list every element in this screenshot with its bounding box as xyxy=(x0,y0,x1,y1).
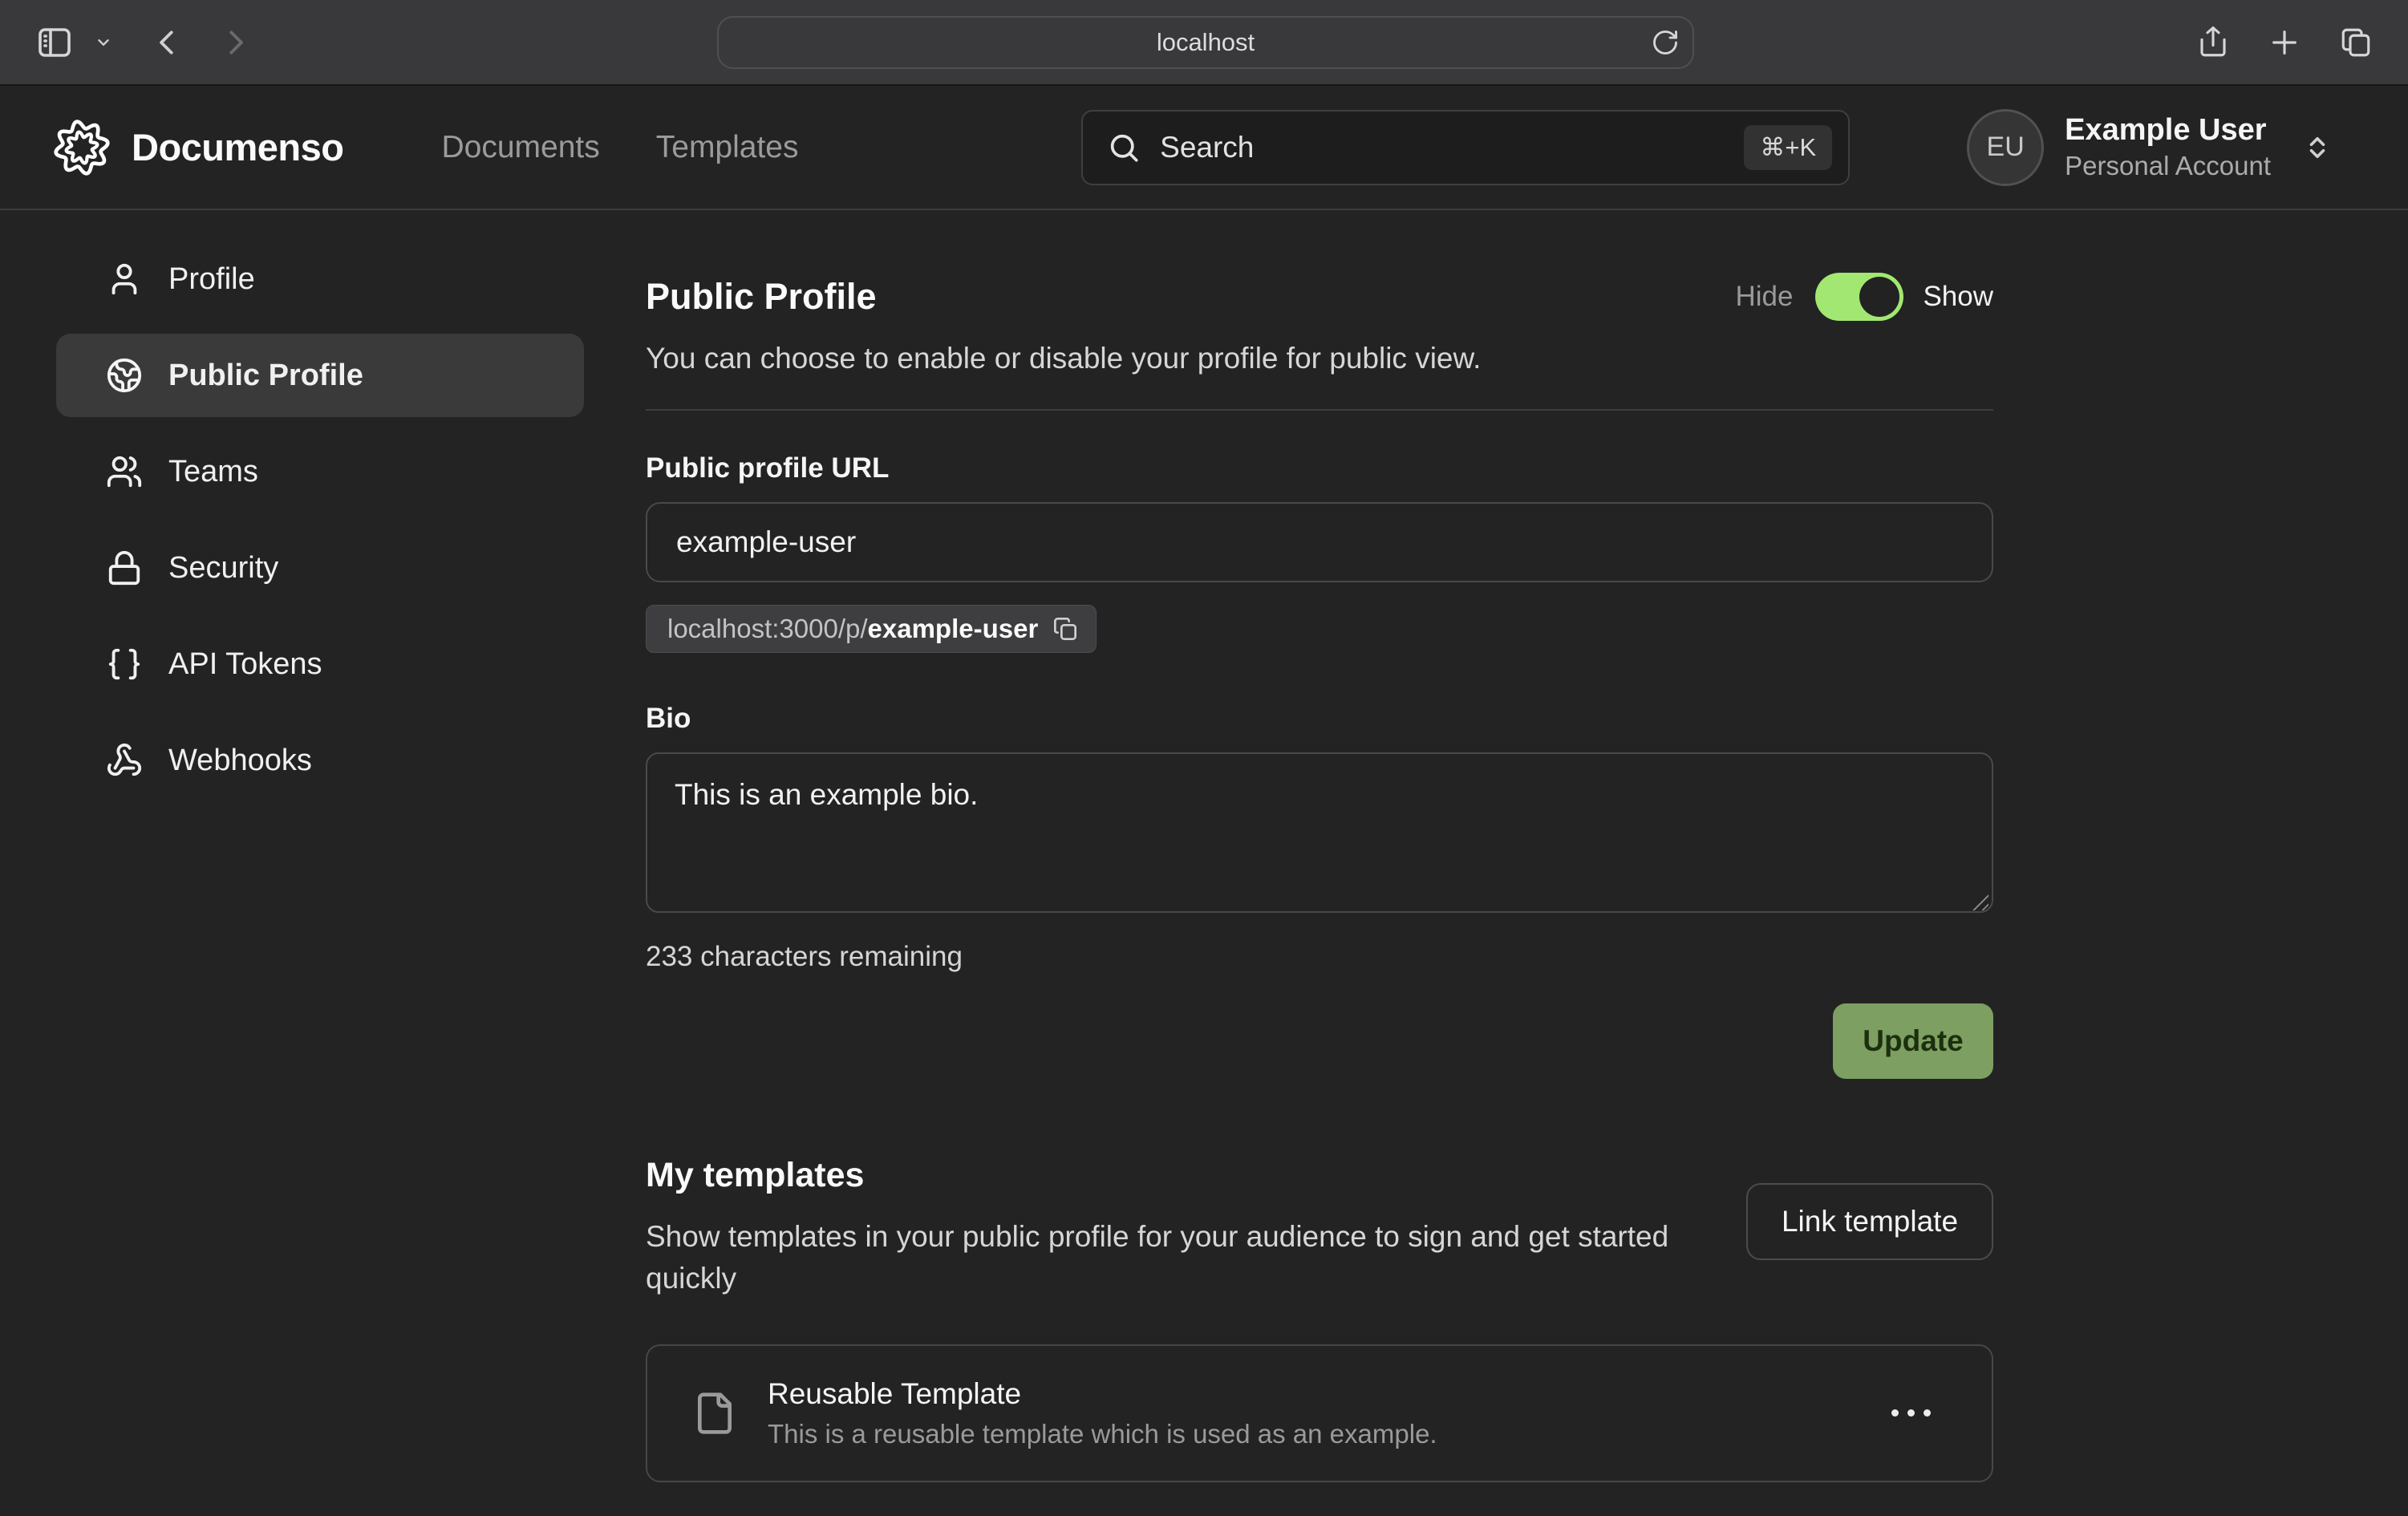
webhook-icon xyxy=(106,742,143,779)
share-icon xyxy=(2196,26,2230,59)
address-bar[interactable]: localhost xyxy=(717,16,1694,69)
user-icon xyxy=(106,261,143,298)
public-profile-url-input[interactable] xyxy=(646,502,1993,582)
bio-character-counter: 233 characters remaining xyxy=(646,941,1993,973)
sidebar-panel-icon xyxy=(35,23,74,62)
sidebar-item-label: Security xyxy=(168,551,278,586)
public-url-prefix: localhost:3000/p/ xyxy=(667,614,868,643)
link-template-button[interactable]: Link template xyxy=(1746,1183,1993,1260)
forward-button[interactable] xyxy=(220,27,250,58)
tab-overview-button[interactable] xyxy=(2339,26,2373,59)
chevrons-up-down-icon xyxy=(2303,133,2332,162)
refresh-icon xyxy=(1651,28,1680,57)
users-icon xyxy=(106,453,143,490)
section-divider xyxy=(646,409,1993,411)
new-tab-button[interactable] xyxy=(2268,26,2301,59)
sidebar-item-webhooks[interactable]: Webhooks xyxy=(56,719,584,802)
search-bar[interactable]: ⌘+K xyxy=(1081,110,1850,185)
profile-visibility-toggle[interactable] xyxy=(1815,273,1903,321)
template-actions-menu-button[interactable] xyxy=(1875,1393,1947,1433)
brand-logo[interactable]: Documenso xyxy=(51,117,344,178)
chevron-right-icon xyxy=(220,27,250,58)
file-icon xyxy=(692,1391,737,1436)
lock-icon xyxy=(106,549,143,586)
update-button[interactable]: Update xyxy=(1833,1003,1993,1079)
user-menu[interactable]: EU Example User Personal Account xyxy=(1967,109,2332,186)
sidebar-item-teams[interactable]: Teams xyxy=(56,430,584,513)
copy-url-button[interactable] xyxy=(1052,616,1078,642)
share-button[interactable] xyxy=(2196,26,2230,59)
braces-icon xyxy=(106,646,143,683)
sidebar-item-label: API Tokens xyxy=(168,647,322,682)
app-header: Documenso Documents Templates ⌘+K EU Exa… xyxy=(0,86,2408,210)
page-title: Public Profile xyxy=(646,276,877,318)
bio-textarea[interactable]: This is an example bio. xyxy=(646,752,1993,913)
globe-icon xyxy=(106,357,143,394)
template-card-description: This is a reusable template which is use… xyxy=(768,1419,1875,1449)
my-templates-title: My templates xyxy=(646,1156,1746,1195)
browser-chrome: localhost xyxy=(0,0,2408,86)
sidebar-item-label: Public Profile xyxy=(168,359,363,393)
nav-documents[interactable]: Documents xyxy=(442,130,600,165)
search-input[interactable] xyxy=(1160,131,1744,164)
avatar: EU xyxy=(1967,109,2044,186)
settings-sidebar: Profile Public Profile Teams Security xyxy=(56,237,584,1482)
main-nav: Documents Templates xyxy=(442,130,799,165)
user-name: Example User xyxy=(2065,112,2271,149)
copy-icon xyxy=(1052,616,1078,642)
bio-field-label: Bio xyxy=(646,703,1993,735)
user-account-type: Personal Account xyxy=(2065,149,2271,182)
sidebar-item-label: Webhooks xyxy=(168,744,312,778)
sidebar-item-public-profile[interactable]: Public Profile xyxy=(56,334,584,417)
tabs-overview-icon xyxy=(2339,26,2373,59)
page-subtitle: You can choose to enable or disable your… xyxy=(646,342,1993,375)
url-field-label: Public profile URL xyxy=(646,452,1993,484)
main-panel: Public Profile Hide Show You can choose … xyxy=(646,237,1993,1482)
search-shortcut-badge: ⌘+K xyxy=(1744,125,1832,170)
nav-templates[interactable]: Templates xyxy=(656,130,799,165)
sidebar-item-api-tokens[interactable]: API Tokens xyxy=(56,622,584,706)
toggle-show-label: Show xyxy=(1923,281,1993,313)
sidebar-item-label: Profile xyxy=(168,262,255,297)
plus-icon xyxy=(2268,26,2301,59)
toggle-hide-label: Hide xyxy=(1735,281,1793,313)
address-bar-url: localhost xyxy=(1157,28,1255,57)
back-button[interactable] xyxy=(152,27,183,58)
documenso-logo-icon xyxy=(51,117,112,178)
visibility-toggle-row: Hide Show xyxy=(1735,273,1993,321)
template-card[interactable]: Reusable Template This is a reusable tem… xyxy=(646,1344,1993,1482)
sidebar-toggle-button[interactable] xyxy=(35,23,74,62)
sidebar-item-label: Teams xyxy=(168,455,258,489)
public-url-slug: example-user xyxy=(868,614,1039,643)
brand-name: Documenso xyxy=(132,125,344,169)
refresh-button[interactable] xyxy=(1651,28,1680,57)
public-url-badge: localhost:3000/p/example-user xyxy=(646,605,1097,653)
page-content: Profile Public Profile Teams Security xyxy=(0,210,2408,1482)
chevron-down-icon xyxy=(95,34,112,51)
toggle-thumb xyxy=(1859,277,1899,317)
sidebar-item-security[interactable]: Security xyxy=(56,526,584,610)
ellipsis-icon xyxy=(1891,1409,1899,1417)
sidebar-item-profile[interactable]: Profile xyxy=(56,237,584,321)
my-templates-description: Show templates in your public profile fo… xyxy=(646,1216,1746,1299)
sidebar-menu-chevron-button[interactable] xyxy=(95,34,112,51)
template-card-title: Reusable Template xyxy=(768,1377,1875,1411)
search-icon xyxy=(1107,131,1141,164)
chevron-left-icon xyxy=(152,27,183,58)
